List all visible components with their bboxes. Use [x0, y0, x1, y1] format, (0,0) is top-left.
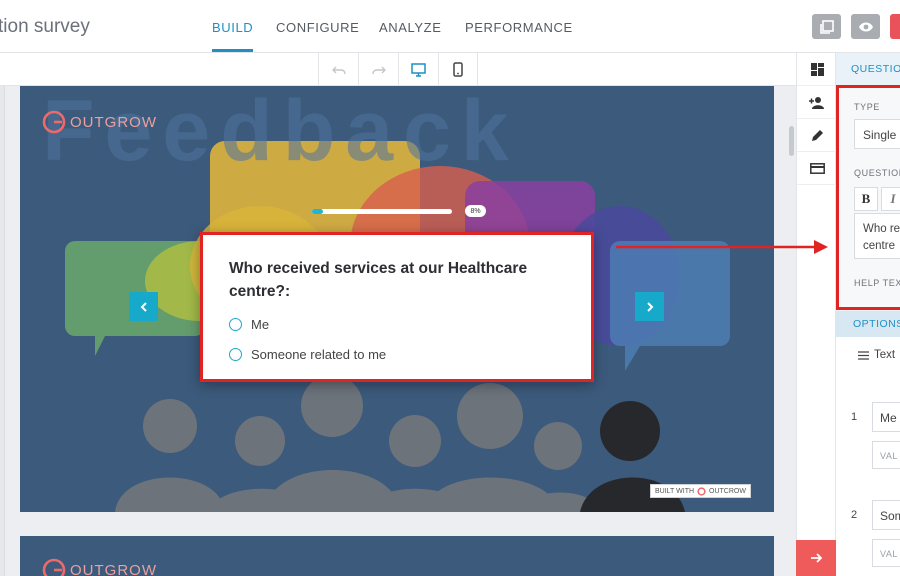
- add-user-icon: [809, 96, 824, 109]
- answer-option-label: Someone related to me: [251, 347, 387, 362]
- outgrow-logo-icon: [42, 110, 66, 134]
- question-text-line: Who re: [863, 223, 900, 235]
- option-number: 1: [851, 411, 858, 423]
- side-rail: [796, 53, 837, 576]
- question-text-line: centre: [863, 240, 895, 252]
- next-question-button[interactable]: [635, 292, 664, 321]
- help-text-label: HELP TEXT: [854, 278, 900, 288]
- built-with-label: BUILT WITH: [655, 487, 695, 495]
- active-tab-indicator: [212, 49, 253, 52]
- question-card[interactable]: Who received services at our Healthcare …: [200, 232, 594, 382]
- italic-button[interactable]: I: [881, 187, 900, 211]
- option-value-input[interactable]: VAL: [872, 441, 900, 469]
- next-step-button[interactable]: [796, 540, 836, 576]
- option-text-input[interactable]: Me: [872, 402, 900, 432]
- copy-button[interactable]: [812, 14, 841, 39]
- desktop-icon: [411, 62, 426, 77]
- properties-panel: QUESTIO TYPE Single QUESTION B I Who re …: [836, 53, 900, 576]
- outgrow-logo-text: OUTGROW: [70, 113, 157, 131]
- question-label: QUESTION: [854, 168, 900, 178]
- survey-slide: Feedback OUTGROW 8% Who received service…: [20, 86, 774, 512]
- preview-button[interactable]: [851, 14, 880, 39]
- card-icon: [809, 162, 825, 174]
- app-title: tion survey: [0, 16, 90, 37]
- previous-question-button[interactable]: [129, 292, 158, 321]
- lines-icon: [858, 350, 869, 360]
- tab-configure[interactable]: CONFIGURE: [276, 20, 359, 35]
- question-text: Who received services at our Healthcare …: [229, 260, 528, 300]
- publish-button[interactable]: [890, 14, 900, 39]
- option-number: 2: [851, 509, 858, 521]
- type-select[interactable]: Single: [854, 119, 900, 149]
- desktop-view-button[interactable]: [398, 53, 438, 86]
- edit-button[interactable]: [797, 119, 837, 152]
- copy-icon: [819, 19, 834, 34]
- text-mode-toggle[interactable]: Text: [858, 349, 895, 361]
- outgrow-logo-icon: [42, 558, 66, 576]
- layout-button[interactable]: [797, 53, 837, 86]
- outgrow-logo: OUTGROW: [42, 110, 157, 134]
- type-label: TYPE: [854, 102, 880, 112]
- outgrow-logo-text: OUTGROW: [70, 561, 157, 576]
- progress-percent: 8%: [465, 205, 486, 217]
- layout-icon: [810, 62, 824, 76]
- redo-button[interactable]: [358, 53, 398, 86]
- undo-button[interactable]: [318, 53, 358, 86]
- arrow-right-icon: [810, 553, 822, 563]
- built-with-brand: OUTCROW: [709, 487, 746, 495]
- text-mode-label: Text: [874, 349, 896, 361]
- chevron-right-icon: [646, 301, 653, 312]
- option-value-input[interactable]: VAL: [872, 539, 900, 567]
- canvas-toolbar: [0, 53, 796, 86]
- bold-button[interactable]: B: [854, 187, 878, 211]
- answer-option-someone-related[interactable]: Someone related to me: [229, 347, 386, 362]
- option-text-input[interactable]: Som: [872, 500, 900, 530]
- radio-button[interactable]: [229, 318, 242, 331]
- options-header: OPTIONS: [836, 311, 900, 337]
- editor-canvas: Feedback OUTGROW 8% Who received service…: [0, 86, 796, 576]
- built-with-badge[interactable]: BUILT WITH OUTCROW: [650, 484, 751, 498]
- progress-fill: [312, 209, 324, 214]
- outgrow-logo-icon: [697, 486, 706, 496]
- tab-build[interactable]: BUILD: [212, 20, 253, 35]
- radio-button[interactable]: [229, 348, 242, 361]
- question-text-field[interactable]: Who re centre: [854, 213, 900, 259]
- canvas-resize-handle[interactable]: [0, 86, 5, 576]
- top-bar: tion survey BUILD CONFIGURE ANALYZE PERF…: [0, 0, 900, 53]
- progress-track: [312, 209, 452, 214]
- mobile-icon: [453, 62, 463, 77]
- canvas-scrollbar[interactable]: [789, 126, 794, 156]
- answer-option-label: Me: [251, 317, 270, 332]
- outgrow-logo: OUTGROW: [42, 558, 157, 576]
- undo-icon: [331, 66, 346, 74]
- survey-slide-next: OUTGROW: [20, 536, 774, 576]
- eye-icon: [858, 22, 873, 31]
- tab-performance[interactable]: PERFORMANCE: [465, 20, 573, 35]
- options-list: Text 1 Me VAL 2 Som VAL: [836, 337, 900, 576]
- redo-icon: [371, 66, 386, 74]
- lead-generation-button[interactable]: [797, 86, 837, 119]
- pencil-icon: [811, 129, 823, 141]
- tab-analyze[interactable]: ANALYZE: [379, 20, 441, 35]
- chevron-left-icon: [140, 301, 147, 312]
- mobile-view-button[interactable]: [438, 53, 478, 86]
- panel-header: QUESTIO: [836, 53, 900, 85]
- answer-option-me[interactable]: Me: [229, 317, 269, 332]
- payment-button[interactable]: [797, 152, 837, 185]
